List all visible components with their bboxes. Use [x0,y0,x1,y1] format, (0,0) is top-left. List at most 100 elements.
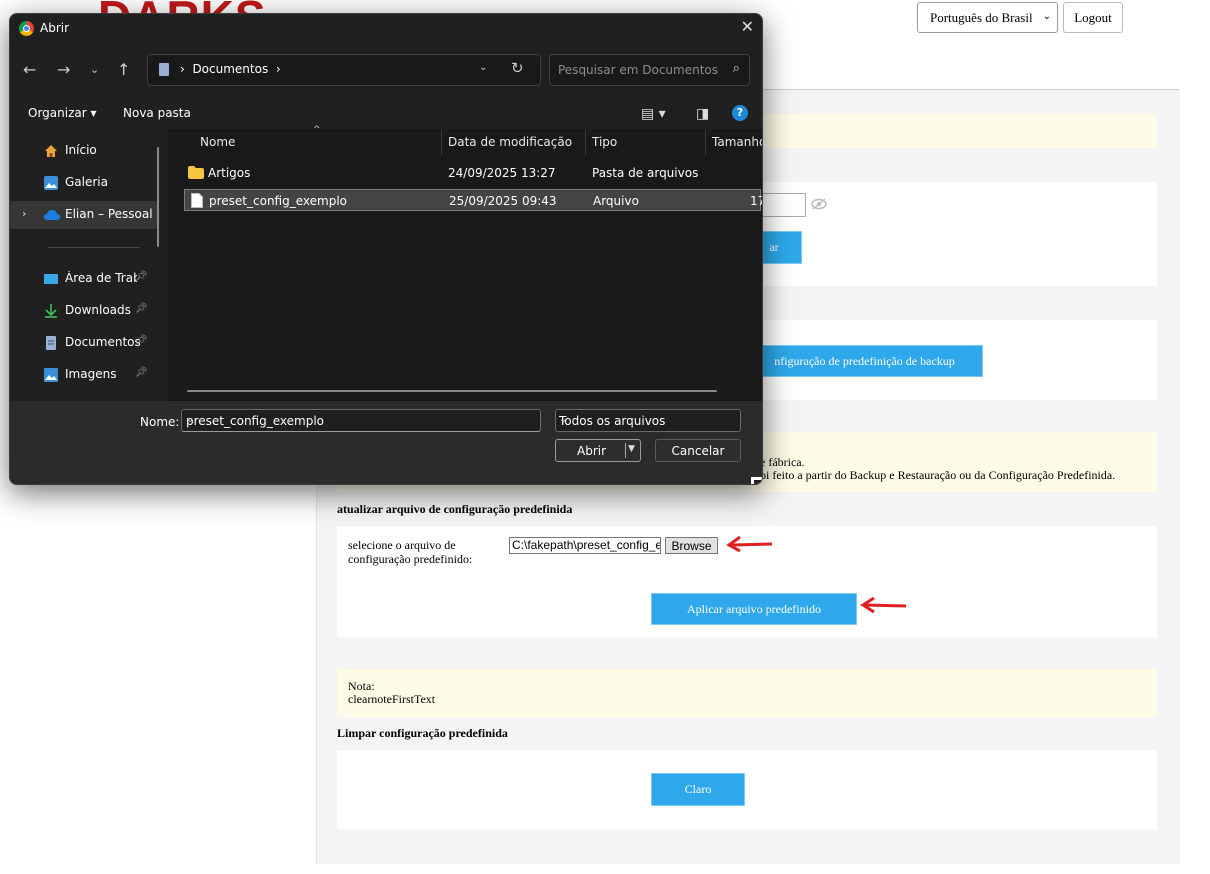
file-name: preset_config_exemplo [209,194,347,208]
clear-button[interactable]: Claro [651,773,745,806]
select-file-label: selecione o arquivo de configuração pred… [348,538,473,566]
address-bar[interactable]: › Documentos › ⌄ ↻ [147,54,541,86]
cancel-button[interactable]: Cancelar [655,439,741,462]
pictures-icon [44,368,58,382]
chevron-down-icon[interactable]: ⌄ [90,63,99,76]
language-select[interactable]: Português do Brasil ⌄ [917,2,1058,33]
pin-icon: 📌︎ [135,367,148,378]
pin-icon: 📌︎ [135,335,148,346]
column-divider[interactable] [585,129,586,155]
nav-item-documentos[interactable]: Documentos 📌︎ [10,329,149,357]
chevron-down-icon: ⌄ [559,414,568,425]
nav-item-label: Área de Trabalho [65,271,137,285]
file-name-label: Nome: [140,415,180,429]
gallery-icon [44,176,58,190]
preview-pane-icon[interactable]: ◨ [696,106,709,122]
column-header-type[interactable]: Tipo [592,135,617,149]
caret-down-icon[interactable]: ▼ [628,444,635,454]
apply-preset-button[interactable]: Aplicar arquivo predefinido [651,593,857,625]
chevron-right-icon[interactable]: › [22,207,26,220]
nav-divider [48,247,140,248]
up-arrow-icon[interactable]: ↑ [117,60,130,79]
chrome-icon [19,21,34,36]
documents-icon [159,63,169,76]
open-button-label: Abrir [577,444,607,458]
red-arrow-icon [860,597,907,613]
chevron-down-icon[interactable]: ⌄ [186,414,535,425]
navigation-pane: Início Galeria › Elian – Pessoal Área de… [10,129,167,401]
logout-button[interactable]: Logout [1063,2,1123,33]
nav-item-inicio[interactable]: Início [10,137,149,165]
onedrive-cloud-icon [44,210,60,220]
file-type: Arquivo [593,194,639,208]
nav-item-label: Galeria [65,175,108,189]
organize-menu[interactable]: Organizar ▾ [28,106,97,120]
desktop-icon [44,274,58,284]
new-folder-button[interactable]: Nova pasta [123,106,191,120]
nav-item-label: Início [65,143,97,157]
info-line-2: oi feito a partir do Backup e Restauraçã… [760,468,1116,482]
search-placeholder: Pesquisar em Documentos [558,63,719,77]
breadcrumb[interactable]: › Documentos › [180,62,281,76]
update-section-title: atualizar arquivo de configuração predef… [337,502,573,516]
clear-panel [337,750,1157,829]
open-button[interactable]: Abrir ▼ [555,439,641,462]
help-icon[interactable]: ? [732,105,748,121]
nav-item-galeria[interactable]: Galeria [10,169,149,197]
pin-icon: 📌︎ [135,303,148,314]
nav-item-label: Elian – Pessoal [65,207,153,221]
clear-section-title: Limpar configuração predefinida [337,726,508,740]
nav-item-desktop[interactable]: Área de Trabalho 📌︎ [10,265,149,293]
nav-item-onedrive[interactable]: › Elian – Pessoal [10,201,158,229]
home-icon [45,145,57,157]
file-row-selected[interactable]: preset_config_exemplo 25/09/2025 09:43 A… [184,189,762,211]
file-size: 17 [750,194,762,208]
file-modified: 25/09/2025 09:43 [449,194,557,208]
sort-up-icon: ^ [313,125,321,135]
forward-arrow-icon[interactable]: → [57,60,70,79]
red-arrow-icon [726,536,773,552]
nav-item-downloads[interactable]: Downloads 📌︎ [10,297,149,325]
view-options-icon[interactable]: ▤ ▾ [641,106,666,122]
resize-grip-icon[interactable] [751,477,762,484]
search-icon: ⌕ [732,61,740,76]
file-open-dialog: Abrir ✕ ← → ⌄ ↑ › Documentos › ⌄ ↻ Pesqu… [9,13,763,485]
file-type-select[interactable]: Todos os arquivos ⌄ [555,409,741,432]
close-icon[interactable]: ✕ [741,17,754,36]
backup-preset-button[interactable]: nfiguração de predefinição de backup [746,345,983,377]
back-arrow-icon[interactable]: ← [23,60,36,79]
nav-item-imagens[interactable]: Imagens 📌︎ [10,361,149,389]
nav-item-label: Documentos [65,335,141,349]
file-path-input[interactable]: C:\fakepath\preset_config_exemplo [509,537,661,554]
file-list-scrollbar[interactable] [187,390,717,392]
search-box[interactable]: Pesquisar em Documentos ⌕ [549,54,750,86]
breadcrumb-documents[interactable]: Documentos [192,62,268,76]
chevron-down-icon: ⌄ [1042,11,1051,22]
documents-icon [46,336,56,350]
column-divider[interactable] [705,129,706,155]
file-name: Artigos [208,166,251,180]
organize-label: Organizar [28,106,87,120]
column-divider[interactable] [441,129,442,155]
download-icon [45,304,57,318]
file-row[interactable]: Artigos 24/09/2025 13:27 Pasta de arquiv… [184,162,761,184]
language-select-value: Português do Brasil [930,9,1033,25]
file-icon [191,193,203,208]
nav-item-label: Downloads [65,303,131,317]
chevron-down-icon[interactable]: ⌄ [479,62,487,73]
column-header-modified[interactable]: Data de modificação [448,135,572,149]
column-header-size[interactable]: Tamanho [712,135,762,149]
browse-button[interactable]: Browse [665,537,718,554]
dialog-title: Abrir [40,21,70,35]
eye-hidden-icon[interactable] [811,198,827,210]
pin-icon: 📌︎ [135,271,148,282]
file-modified: 24/09/2025 13:27 [448,166,556,180]
nav-item-label: Imagens [65,367,117,381]
file-name-input[interactable]: preset_config_exemplo ⌄ [181,409,541,432]
nav-scrollbar[interactable] [157,147,159,247]
note-text: clearnoteFirstText [348,692,436,706]
column-header-name[interactable]: Nome [200,135,235,149]
note-panel [337,669,1157,717]
folder-icon [188,166,204,179]
refresh-icon[interactable]: ↻ [511,59,524,77]
